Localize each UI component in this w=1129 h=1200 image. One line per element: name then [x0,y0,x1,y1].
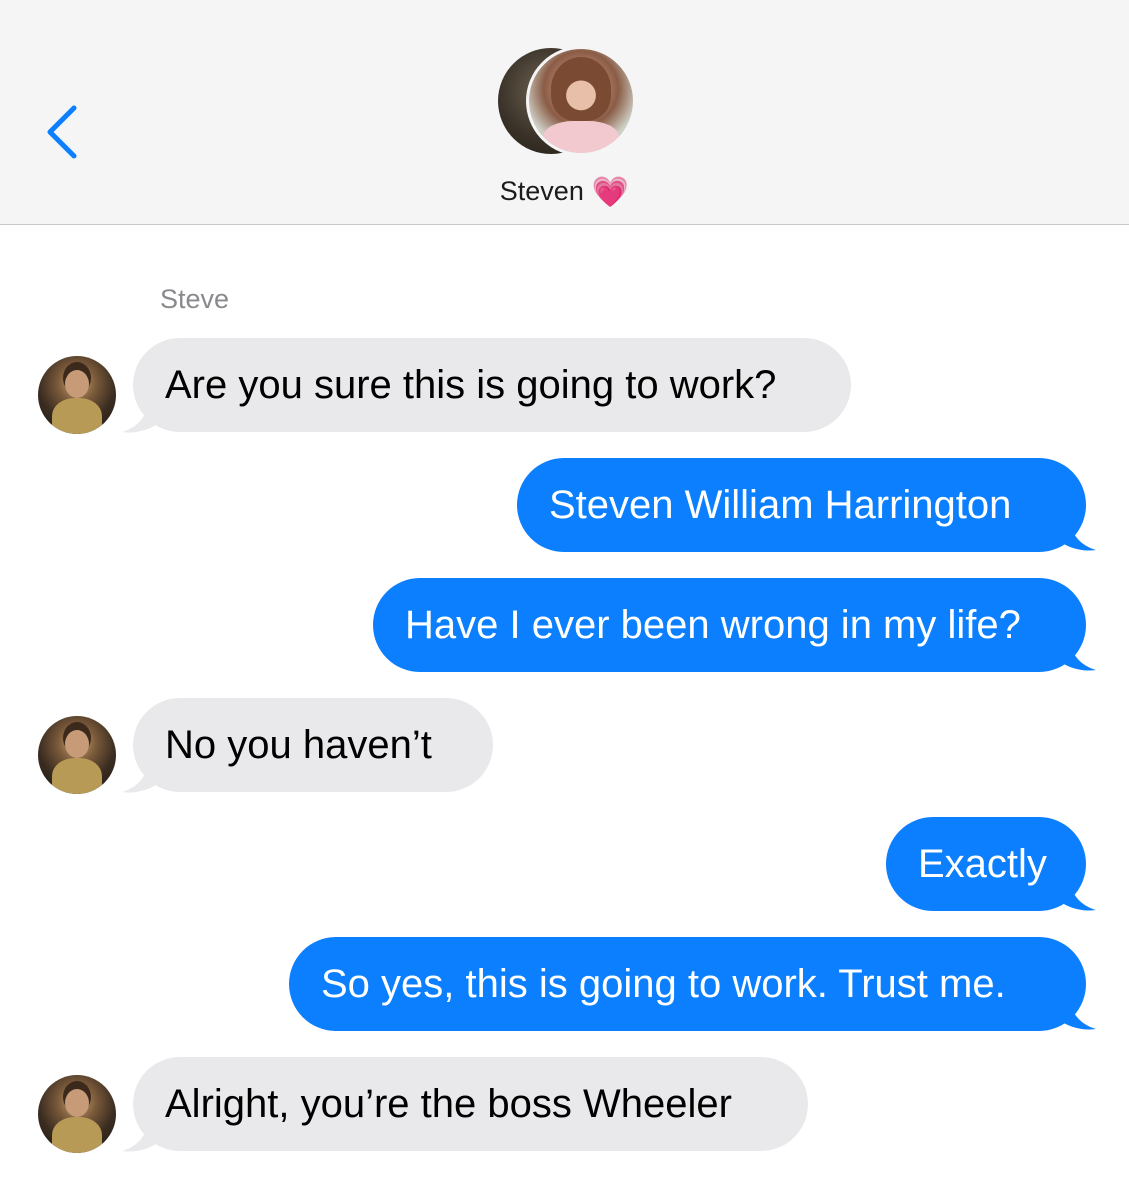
message-bubble-incoming[interactable]: Are you sure this is going to work? [133,338,851,432]
contact-avatar [526,46,636,156]
contact-avatar-group[interactable] [498,46,636,156]
sender-avatar[interactable] [38,356,116,434]
chevron-left-icon [47,105,77,159]
heart-emoji: 💗 [591,176,630,209]
message-bubble-outgoing[interactable]: Steven William Harrington [517,458,1086,552]
sender-avatar[interactable] [38,716,116,794]
sender-avatar[interactable] [38,1075,116,1153]
message-bubble-outgoing[interactable]: Have I ever been wrong in my life? [373,578,1086,672]
message-bubble-outgoing[interactable]: Exactly [886,817,1086,911]
message-bubble-incoming[interactable]: No you haven’t [133,698,493,792]
message-bubble-incoming[interactable]: Alright, you’re the boss Wheeler [133,1057,808,1151]
sender-label: Steve [160,284,230,314]
message-bubble-outgoing[interactable]: So yes, this is going to work. Trust me. [289,937,1086,1031]
contact-name: Steven [499,176,584,206]
conversation-header: Steven 💗 [0,0,1129,225]
contact-name-button[interactable]: Steven 💗 [0,174,1129,210]
back-button[interactable] [38,102,88,162]
